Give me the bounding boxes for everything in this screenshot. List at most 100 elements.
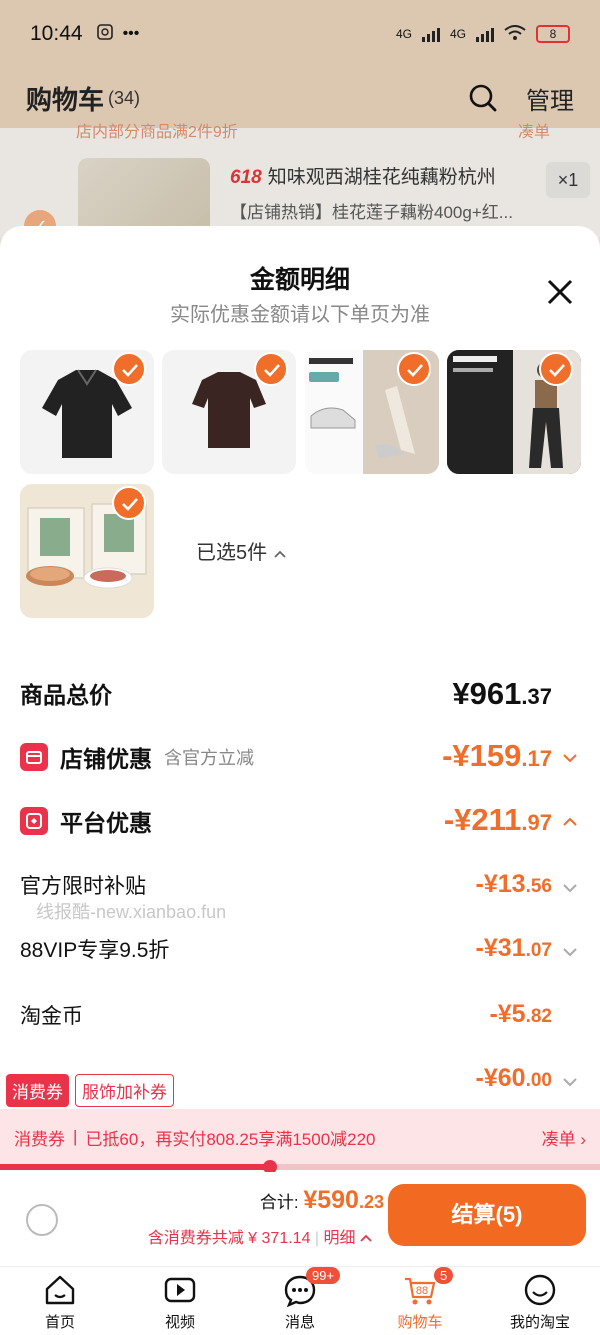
- more-dots-icon: •••: [122, 25, 140, 42]
- shop-icon: [20, 743, 48, 771]
- profile-icon: [524, 1274, 556, 1306]
- network-label-2: 4G: [449, 27, 466, 41]
- row-shop-discount[interactable]: 店铺优惠 含官方立减 -¥159.17: [0, 738, 600, 780]
- platform-discount-value: -¥211.97: [443, 802, 552, 837]
- selected-count-toggle[interactable]: 已选5件: [196, 536, 287, 565]
- detail-label: 明细: [323, 1230, 356, 1247]
- row-taojinbi: 淘金币 -¥5.82: [0, 1000, 600, 1040]
- coupon-tags: 消费券 服饰加补券: [6, 1074, 174, 1107]
- checkout-button[interactable]: 结算(5): [388, 1184, 586, 1246]
- official-subsidy-value: -¥13.56: [475, 870, 552, 898]
- notification-icon: [96, 23, 113, 45]
- product-thumb-lotus-powder[interactable]: [20, 484, 154, 618]
- nav-cart-label: 购物车: [397, 1314, 443, 1331]
- product-thumb-pants[interactable]: [447, 350, 581, 474]
- cart-count: (34): [108, 87, 141, 108]
- coupon-progress-fill: [0, 1164, 270, 1170]
- total-amount: ¥590.23: [303, 1186, 384, 1214]
- row-platform-discount[interactable]: 平台优惠 -¥211.97: [0, 802, 600, 844]
- nav-video[interactable]: 视频: [120, 1267, 240, 1335]
- signal-icon: [421, 26, 440, 42]
- coupon-bar: 消费券 | 已抵60，再实付808.25享满1500减220 凑单 ›: [0, 1109, 600, 1165]
- bottom-nav: 首页 视频 99+ 消息 88 5 购物车 我的淘宝: [0, 1266, 600, 1335]
- coupon-bar-action[interactable]: 凑单 ›: [542, 1125, 586, 1150]
- vip-discount-label: 88VIP专享9.5折: [20, 939, 170, 962]
- discount-summary[interactable]: 含消费券共减 ¥ 371.14 | 明细: [148, 1224, 372, 1248]
- status-bar: 10:44 ••• 4G 4G 8: [0, 0, 600, 68]
- watermark-text: 线报酷-new.xianbao.fun: [36, 902, 227, 922]
- official-subsidy-label: 官方限时补贴: [20, 875, 146, 898]
- chevron-up-icon: [360, 1234, 372, 1242]
- promo-text: 店内部分商品满2件9折: [76, 124, 238, 141]
- consumer-coupon-tag: 消费券: [6, 1074, 69, 1107]
- item-quantity: ×1: [546, 162, 590, 198]
- nav-video-label: 视频: [164, 1314, 195, 1331]
- total-price-value: ¥961.37: [452, 676, 552, 711]
- manage-button[interactable]: 管理: [526, 81, 574, 116]
- platform-discount-label: 平台优惠: [60, 810, 152, 836]
- status-time: 10:44: [30, 22, 83, 45]
- chevron-down-icon: [563, 884, 577, 893]
- check-icon: [254, 352, 288, 386]
- shop-discount-label: 店铺优惠: [60, 746, 152, 772]
- chevron-down-icon: [563, 1078, 577, 1087]
- select-all-checkbox[interactable]: [26, 1204, 58, 1236]
- item-spec: 【店铺热销】桂花莲子藕粉400g+红...: [230, 203, 513, 222]
- row-total-price: 商品总价 ¥961.37: [0, 676, 600, 716]
- nav-home[interactable]: 首页: [0, 1267, 120, 1335]
- chevron-up-icon: [563, 817, 577, 826]
- platform-icon: [20, 807, 48, 835]
- check-icon: [112, 352, 146, 386]
- taojinbi-value: -¥5.82: [489, 1000, 552, 1028]
- checkout-bar: 合计: ¥590.23 含消费券共减 ¥ 371.14 | 明细 结算(5): [0, 1172, 600, 1266]
- shop-discount-note: 含官方立减: [164, 748, 254, 768]
- apparel-coupon-tag: 服饰加补券: [75, 1074, 174, 1107]
- cart-inner-label: 88: [416, 1285, 428, 1297]
- nav-home-label: 首页: [44, 1314, 75, 1331]
- check-icon: [539, 352, 573, 386]
- wifi-icon: [504, 24, 526, 44]
- check-icon: [397, 352, 431, 386]
- chevron-down-icon: [563, 754, 577, 763]
- chevron-down-icon: [563, 948, 577, 957]
- nav-profile-label: 我的淘宝: [509, 1314, 570, 1331]
- check-icon: [112, 486, 146, 520]
- video-icon: [164, 1277, 196, 1303]
- row-vip-discount[interactable]: 88VIP专享9.5折 -¥31.07: [0, 934, 600, 974]
- home-icon: [45, 1275, 75, 1305]
- coupon-value: -¥60.00: [475, 1064, 552, 1092]
- nav-messages[interactable]: 99+ 消息: [240, 1267, 360, 1335]
- signal-icon-2: [476, 26, 494, 42]
- total-price-label: 商品总价: [20, 682, 112, 708]
- battery-icon: 8: [536, 25, 570, 43]
- coupon-progress-bar: [0, 1160, 600, 1174]
- total-summary: 合计: ¥590.23: [260, 1186, 384, 1215]
- discount-text: 含消费券共减 ¥ 371.14: [147, 1230, 311, 1247]
- chevron-up-icon: [274, 550, 286, 558]
- total-label: 合计:: [259, 1193, 299, 1212]
- nav-messages-label: 消息: [284, 1314, 315, 1331]
- product-thumb-polo[interactable]: [20, 350, 154, 474]
- close-icon[interactable]: [546, 278, 574, 306]
- vip-discount-value: -¥31.07: [475, 934, 552, 962]
- sheet-title: 金额明细: [249, 266, 350, 294]
- shop-discount-value: -¥159.17: [442, 738, 552, 773]
- message-badge: 99+: [306, 1267, 341, 1284]
- product-thumb-tshirt[interactable]: [162, 350, 296, 474]
- nav-profile[interactable]: 我的淘宝: [480, 1267, 600, 1335]
- cart-badge: 5: [434, 1267, 454, 1284]
- coupon-bar-message: 已抵60，再实付808.25享满1500减220: [85, 1129, 376, 1149]
- nav-cart[interactable]: 88 5 购物车: [360, 1267, 480, 1335]
- product-thumb-sneakers[interactable]: [305, 350, 439, 474]
- sheet-subtitle: 实际优惠金额请以下单页为准: [170, 304, 430, 326]
- selected-count-label: 已选5件: [196, 542, 268, 564]
- search-icon[interactable]: [468, 83, 498, 113]
- item-tag: 618: [230, 167, 262, 188]
- background-cart-item: 店内部分商品满2件9折 凑单 ✓ 618知味观西湖桂花纯藕粉杭州 【店铺热销】桂…: [0, 124, 600, 242]
- network-label: 4G: [395, 27, 412, 41]
- coupon-bar-label: 消费券: [14, 1129, 65, 1149]
- taojinbi-label: 淘金币: [20, 1005, 83, 1028]
- amount-detail-sheet: 金额明细 实际优惠金额请以下单页为准 已选5件 商品总价 ¥961.37 店铺优…: [0, 226, 600, 1266]
- page-title: 购物车: [26, 84, 105, 115]
- promo-link: 凑单: [517, 124, 550, 141]
